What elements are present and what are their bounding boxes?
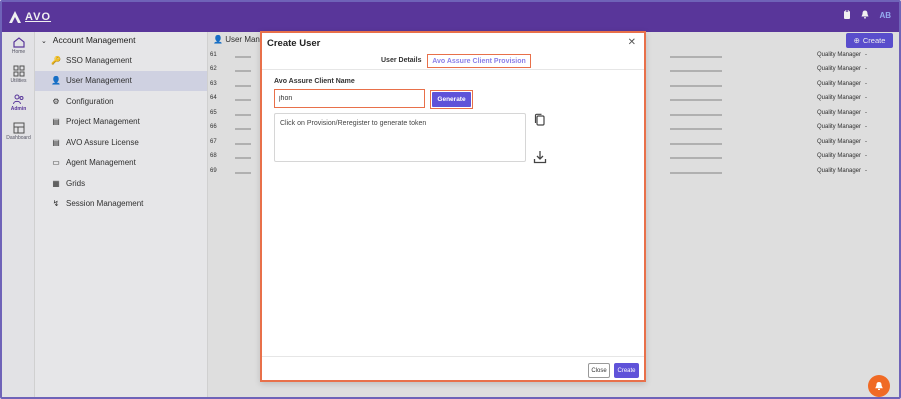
dialog-tabs: User Details Avo Assure Client Provision [262,53,644,70]
help-fab-button[interactable] [868,375,890,397]
client-name-input[interactable] [274,89,425,108]
close-button[interactable]: Close [588,363,610,378]
client-name-label: Avo Assure Client Name [274,78,355,85]
token-textarea[interactable]: Click on Provision/Reregister to generat… [274,113,526,162]
tab-user-details[interactable]: User Details [381,57,421,64]
dialog-title: Create User [267,38,321,49]
create-button[interactable]: Create [614,363,639,378]
close-icon[interactable]: ✕ [628,37,636,48]
bell-icon [875,382,883,390]
create-user-dialog: Create User ✕ User Details Avo Assure Cl… [260,31,646,382]
generate-button[interactable]: Generate [432,92,471,107]
copy-icon[interactable] [533,113,547,127]
generate-button-wrapper: Generate [430,90,473,109]
dialog-footer-divider [262,356,644,357]
tab-client-provision[interactable]: Avo Assure Client Provision [427,54,531,68]
download-icon[interactable] [533,150,547,164]
app-window: AVO AB Home Utilities Admin Dashboard ⌄ … [0,0,901,399]
